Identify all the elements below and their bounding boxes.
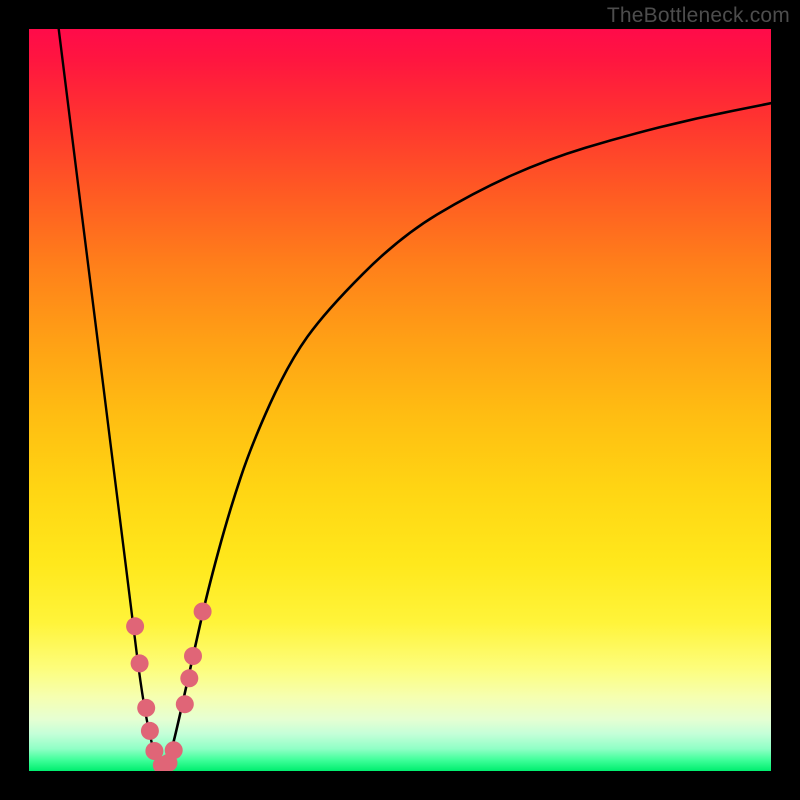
plot-area [29, 29, 771, 771]
marker-bead [165, 741, 183, 759]
marker-bead [176, 695, 194, 713]
outer-frame: TheBottleneck.com [0, 0, 800, 800]
marker-bead [137, 699, 155, 717]
bottleneck-curve-right [163, 103, 771, 767]
marker-bead [131, 654, 149, 672]
curve-group [59, 29, 771, 767]
marker-bead [180, 669, 198, 687]
watermark-text: TheBottleneck.com [607, 4, 790, 28]
marker-bead [126, 617, 144, 635]
marker-bead [194, 603, 212, 621]
marker-bead [141, 722, 159, 740]
bottleneck-curve-left [59, 29, 163, 767]
chart-svg [29, 29, 771, 771]
marker-bead [184, 647, 202, 665]
